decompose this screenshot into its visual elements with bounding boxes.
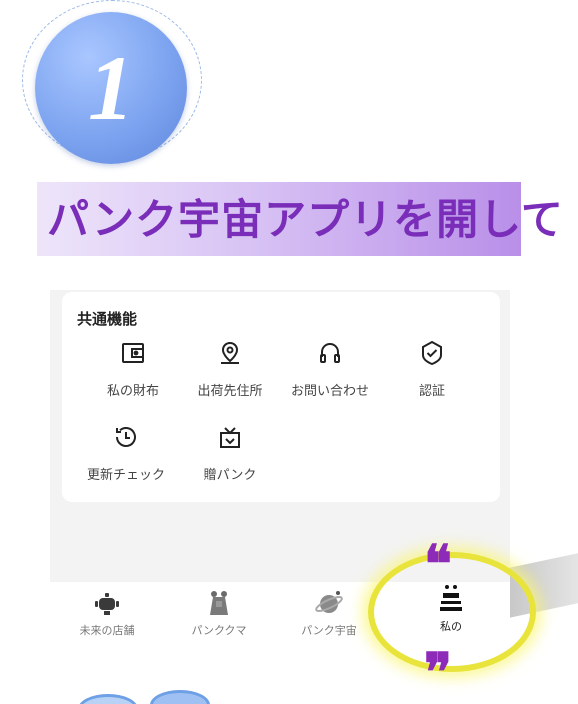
highlight-ring bbox=[368, 552, 536, 672]
feature-gift-punk[interactable]: 贈パンク bbox=[180, 422, 280, 483]
bear-icon bbox=[174, 588, 264, 618]
title-banner-text: パンク宇宙アプリを開して bbox=[47, 195, 564, 244]
feature-certification[interactable]: 認証 bbox=[382, 338, 482, 399]
next-step-shape bbox=[150, 690, 210, 704]
next-step-shape bbox=[78, 694, 138, 704]
tab-punk-universe[interactable]: パンク宇宙 bbox=[284, 588, 374, 638]
wallet-icon bbox=[83, 338, 183, 368]
feature-shipping-address[interactable]: 出荷先住所 bbox=[180, 338, 280, 399]
feature-wallet[interactable]: 私の財布 bbox=[83, 338, 183, 399]
gift-icon bbox=[180, 422, 280, 452]
tab-future-store[interactable]: 未来の店舗 bbox=[62, 588, 152, 638]
tab-punk-bear[interactable]: パンククマ bbox=[174, 588, 264, 638]
step-number: 1 bbox=[88, 37, 134, 139]
history-clock-icon bbox=[76, 422, 176, 452]
card-title: 共通機能 bbox=[77, 310, 138, 328]
planet-icon bbox=[284, 588, 374, 618]
feature-contact[interactable]: お問い合わせ bbox=[280, 338, 380, 399]
headset-icon bbox=[280, 338, 380, 368]
feature-update-check[interactable]: 更新チェック bbox=[76, 422, 176, 483]
location-pin-icon bbox=[180, 338, 280, 368]
close-quote-icon: ❞ bbox=[424, 645, 452, 702]
robot-icon bbox=[62, 588, 152, 618]
open-quote-icon: ❝ bbox=[424, 537, 452, 594]
shield-check-icon bbox=[382, 338, 482, 368]
